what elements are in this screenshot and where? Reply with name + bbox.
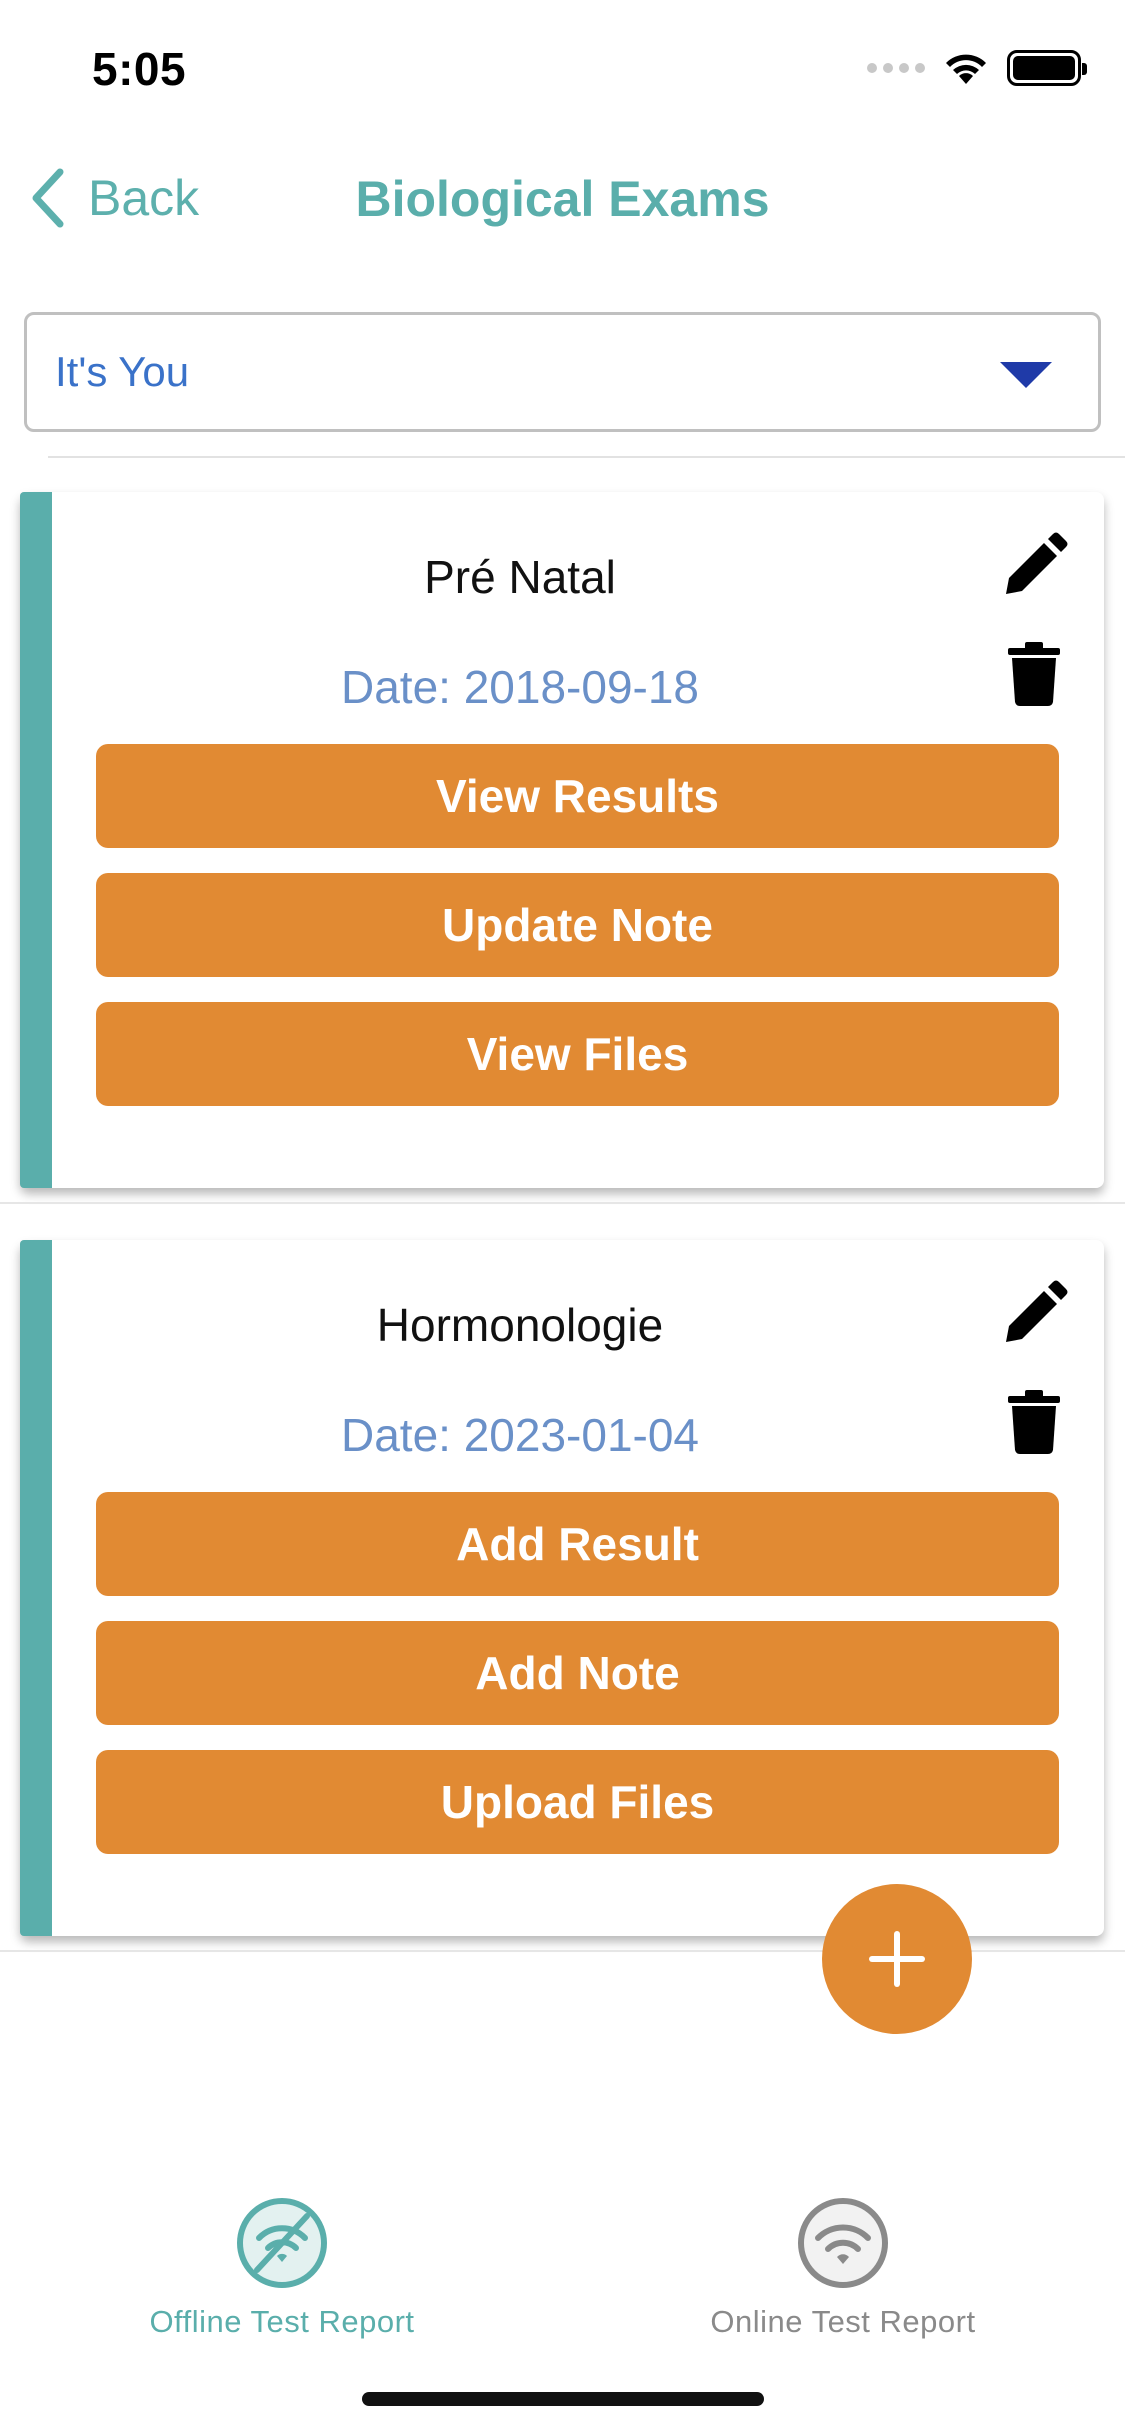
- tab-offline-test-report[interactable]: Offline Test Report: [82, 2196, 482, 2340]
- cellular-signal-icon: [867, 63, 925, 73]
- pencil-icon[interactable]: [1000, 532, 1068, 600]
- page-title: Biological Exams: [0, 170, 1125, 228]
- battery-icon: [1007, 50, 1087, 86]
- divider: [48, 456, 1125, 458]
- pencil-icon[interactable]: [1000, 1280, 1068, 1348]
- tab-label: Online Test Report: [710, 2304, 976, 2339]
- update-note-button[interactable]: Update Note: [96, 873, 1059, 977]
- exam-card: Hormonologie Date: 2023-01-04 Add Result…: [20, 1240, 1104, 1936]
- wifi-status-icon: [946, 54, 986, 84]
- add-note-button[interactable]: Add Note: [96, 1621, 1059, 1725]
- add-result-button[interactable]: Add Result: [96, 1492, 1059, 1596]
- view-results-button[interactable]: View Results: [96, 744, 1059, 848]
- exam-card: Pré Natal Date: 2018-09-18 View Results …: [20, 492, 1104, 1188]
- exam-title: Hormonologie: [376, 1299, 664, 1351]
- status-icons: [867, 50, 1087, 86]
- wifi-icon: [798, 2198, 888, 2288]
- trash-icon[interactable]: [1008, 642, 1060, 706]
- caret-down-icon: [1000, 362, 1052, 388]
- wifi-off-icon: [237, 2198, 327, 2288]
- upload-files-button[interactable]: Upload Files: [96, 1750, 1059, 1854]
- view-files-button[interactable]: View Files: [96, 1002, 1059, 1106]
- selector-value: It's You: [55, 348, 190, 395]
- tab-online-test-report[interactable]: Online Test Report: [643, 2196, 1043, 2340]
- person-selector-dropdown[interactable]: It's You: [24, 312, 1101, 432]
- home-indicator: [362, 2392, 764, 2406]
- exam-date: Date: 2023-01-04: [340, 1409, 700, 1461]
- exam-title: Pré Natal: [424, 551, 616, 603]
- exam-date: Date: 2018-09-18: [340, 661, 700, 713]
- add-exam-button[interactable]: [822, 1884, 972, 2034]
- card-separator: [0, 1202, 1125, 1204]
- status-time: 5:05: [92, 43, 187, 95]
- plus-icon: [869, 1931, 925, 1987]
- page-title-text: Biological Exams: [355, 171, 770, 227]
- trash-icon[interactable]: [1008, 1390, 1060, 1454]
- tab-label: Offline Test Report: [149, 2304, 415, 2339]
